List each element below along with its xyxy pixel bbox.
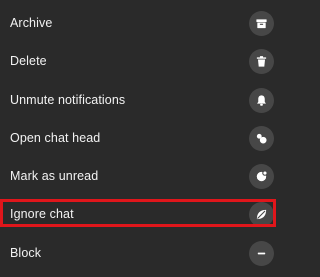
menu-item-block[interactable]: Block [0, 234, 280, 272]
menu-item-label: Open chat head [10, 131, 101, 145]
ignore-leaf-icon [249, 201, 274, 227]
menu-item-ignore-chat[interactable]: Ignore chat [0, 195, 280, 233]
archive-icon [249, 10, 274, 36]
menu-item-archive[interactable]: Archive [0, 4, 280, 42]
menu-item-label: Unmute notifications [10, 93, 126, 107]
menu-item-mark-as-unread[interactable]: Mark as unread [0, 157, 280, 195]
menu-item-label: Ignore chat [10, 207, 74, 221]
menu-item-delete[interactable]: Delete [0, 42, 280, 80]
chat-bubbles-icon [249, 125, 274, 151]
block-minus-icon [249, 240, 274, 266]
menu-item-label: Archive [10, 16, 53, 30]
chat-options-menu: Archive Delete Unmute notifications Open… [0, 0, 280, 277]
trash-icon [249, 48, 274, 74]
menu-item-label: Delete [10, 54, 47, 68]
unread-badge-icon [249, 163, 274, 189]
menu-item-unmute-notifications[interactable]: Unmute notifications [0, 81, 280, 119]
menu-item-label: Mark as unread [10, 169, 99, 183]
menu-item-label: Block [10, 246, 42, 260]
bell-icon [249, 87, 274, 113]
menu-item-open-chat-head[interactable]: Open chat head [0, 119, 280, 157]
